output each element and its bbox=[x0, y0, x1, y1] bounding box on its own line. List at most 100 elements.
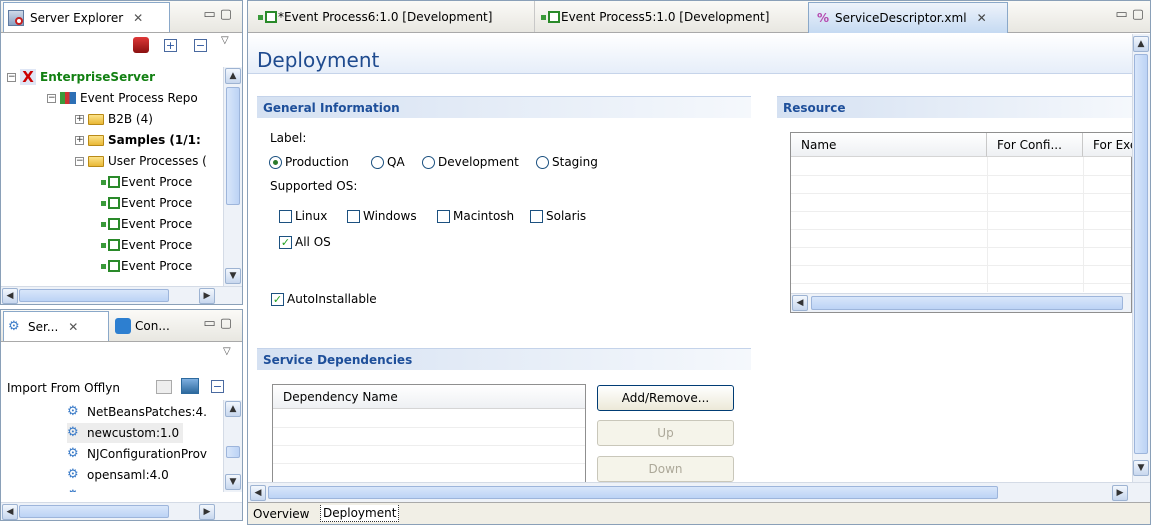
dependency-table[interactable]: Dependency Name bbox=[272, 384, 586, 488]
editor-tab-service-descriptor[interactable]: % ServiceDescriptor.xml ✕ bbox=[808, 2, 1008, 33]
tree-item[interactable]: + B2B (4) bbox=[75, 109, 153, 129]
services-tab[interactable]: ⚙ Ser... ✕ bbox=[3, 311, 109, 341]
collapse-icon[interactable]: − bbox=[7, 72, 16, 82]
scroll-left-button[interactable]: ◀ bbox=[2, 288, 18, 304]
tree-item[interactable]: + Samples (1/1: bbox=[75, 130, 201, 150]
checkbox-auto-installable[interactable]: ✓ AutoInstallable bbox=[271, 292, 377, 306]
checkbox-solaris[interactable]: Solaris bbox=[530, 209, 586, 223]
up-button[interactable]: Up bbox=[597, 420, 734, 446]
scroll-up-button[interactable]: ▲ bbox=[225, 401, 241, 417]
column-header-for-exe[interactable]: For Exe bbox=[1083, 133, 1133, 157]
tree-item[interactable]: Event Proce bbox=[101, 256, 192, 276]
service-list-item[interactable]: ⚙ NetBeansPatches:4. bbox=[67, 402, 207, 422]
import-icon[interactable] bbox=[156, 380, 172, 394]
scroll-up-button[interactable]: ▲ bbox=[1133, 36, 1149, 52]
export-icon[interactable] bbox=[181, 378, 199, 394]
tree-item[interactable]: − Event Process Repo bbox=[47, 88, 198, 108]
scroll-down-button[interactable]: ▼ bbox=[225, 268, 241, 284]
service-list-item[interactable]: ⚙ opensaml:4.0 bbox=[67, 465, 169, 485]
checkbox-all-os[interactable]: ✓ All OS bbox=[279, 235, 331, 249]
scroll-down-button[interactable]: ▼ bbox=[1133, 460, 1149, 476]
hscroll-thumb[interactable] bbox=[19, 289, 169, 302]
radio-button[interactable] bbox=[536, 155, 549, 169]
column-header-dependency-name[interactable]: Dependency Name bbox=[273, 385, 585, 409]
editor-vertical-scrollbar[interactable]: ▲ ▼ bbox=[1132, 34, 1150, 482]
scroll-down-button[interactable]: ▼ bbox=[225, 474, 241, 490]
tab-deployment[interactable]: Deployment bbox=[320, 505, 400, 522]
checkbox[interactable] bbox=[437, 209, 450, 223]
checkbox-macintosh[interactable]: Macintosh bbox=[437, 209, 514, 223]
expand-icon[interactable]: + bbox=[75, 135, 84, 145]
view-menu-icon[interactable]: ▽ bbox=[223, 346, 231, 357]
collapse-icon[interactable]: − bbox=[75, 156, 84, 166]
radio-button[interactable] bbox=[269, 155, 282, 169]
expand-all-icon[interactable]: + bbox=[164, 39, 177, 52]
close-icon[interactable]: ✕ bbox=[68, 320, 78, 334]
scroll-thumb[interactable] bbox=[226, 87, 240, 205]
service-list-item[interactable]: ⚙... bbox=[67, 486, 98, 493]
radio-development[interactable]: Development bbox=[422, 155, 519, 169]
checkbox[interactable] bbox=[347, 209, 360, 223]
list-horizontal-scrollbar[interactable]: ◀ ▶ bbox=[1, 502, 242, 520]
radio-qa[interactable]: QA bbox=[371, 155, 405, 169]
scroll-left-button[interactable]: ◀ bbox=[2, 504, 18, 520]
checkbox[interactable] bbox=[279, 209, 292, 223]
collapse-icon[interactable]: − bbox=[211, 380, 224, 393]
minimize-maximize-icons[interactable]: ▭▢ bbox=[203, 7, 236, 22]
collapse-all-icon[interactable]: − bbox=[194, 39, 207, 52]
checkbox[interactable] bbox=[530, 209, 543, 223]
list-vertical-scrollbar[interactable]: ▲ ▼ bbox=[223, 400, 242, 492]
add-remove-button[interactable]: Add/Remove... bbox=[597, 385, 734, 411]
tree-item[interactable]: Event Proce bbox=[101, 193, 192, 213]
column-header-name[interactable]: Name bbox=[791, 133, 987, 157]
editor-tab-event-process5[interactable]: Event Process5:1.0 [Development] bbox=[534, 1, 792, 32]
radio-button[interactable] bbox=[371, 155, 384, 169]
close-icon[interactable]: ✕ bbox=[133, 11, 143, 25]
close-icon[interactable]: ✕ bbox=[977, 11, 987, 25]
scroll-right-button[interactable]: ▶ bbox=[1112, 485, 1128, 501]
radio-button[interactable] bbox=[422, 155, 435, 169]
scroll-right-button[interactable]: ▶ bbox=[199, 288, 215, 304]
tree-item[interactable]: − X EnterpriseServer bbox=[7, 67, 155, 87]
service-list-item[interactable]: ⚙ newcustom:1.0 bbox=[67, 423, 184, 443]
service-list-item[interactable]: ⚙ NJConfigurationProv bbox=[67, 444, 207, 464]
checkbox[interactable]: ✓ bbox=[271, 292, 284, 306]
tree-item[interactable]: Event Proce bbox=[101, 214, 192, 234]
resource-table[interactable]: Name For Confi... For Exe ◀ bbox=[790, 132, 1133, 313]
expand-icon[interactable]: + bbox=[75, 114, 84, 124]
scroll-thumb[interactable] bbox=[1134, 54, 1148, 454]
minimize-maximize-icons[interactable]: ▭▢ bbox=[1115, 7, 1148, 22]
scroll-left-button[interactable]: ◀ bbox=[792, 295, 808, 311]
scroll-up-button[interactable]: ▲ bbox=[225, 68, 241, 84]
server-explorer-view: Server Explorer ✕ ▭▢ + − ▽ − X EnterpriseS… bbox=[0, 0, 243, 305]
view-menu-icon[interactable]: ▽ bbox=[221, 35, 229, 46]
console-tab[interactable]: Con... bbox=[111, 311, 191, 341]
tree-horizontal-scrollbar[interactable]: ◀ ▶ bbox=[1, 286, 242, 304]
tree-item[interactable]: Event Proce bbox=[101, 235, 192, 255]
minimize-maximize-icons[interactable]: ▭▢ bbox=[203, 316, 236, 331]
checkbox[interactable]: ✓ bbox=[279, 235, 292, 249]
scroll-thumb[interactable] bbox=[226, 446, 240, 458]
hscroll-thumb[interactable] bbox=[268, 486, 998, 499]
down-button[interactable]: Down bbox=[597, 456, 734, 482]
tree-item[interactable]: Event Proce bbox=[101, 172, 192, 192]
tree-item-label: Event Proce bbox=[121, 196, 193, 210]
connect-server-icon[interactable] bbox=[133, 37, 149, 53]
radio-production[interactable]: Production bbox=[269, 155, 349, 169]
tree-vertical-scrollbar[interactable]: ▲ ▼ bbox=[223, 67, 242, 286]
radio-staging[interactable]: Staging bbox=[536, 155, 598, 169]
checkbox-linux[interactable]: Linux bbox=[279, 209, 327, 223]
column-header-for-config[interactable]: For Confi... bbox=[987, 133, 1083, 157]
checkbox-windows[interactable]: Windows bbox=[347, 209, 417, 223]
tree-item[interactable]: − User Processes ( bbox=[75, 151, 207, 171]
editor-horizontal-scrollbar[interactable]: ◀ ▶ bbox=[248, 482, 1150, 502]
scroll-left-button[interactable]: ◀ bbox=[250, 485, 266, 501]
tab-overview[interactable]: Overview bbox=[253, 507, 310, 521]
collapse-icon[interactable]: − bbox=[47, 93, 56, 103]
server-explorer-tab[interactable]: Server Explorer ✕ bbox=[3, 2, 170, 32]
editor-tab-event-process6[interactable]: *Event Process6:1.0 [Development] bbox=[252, 1, 534, 32]
hscroll-thumb[interactable] bbox=[19, 505, 169, 518]
hscroll-thumb[interactable] bbox=[811, 296, 1123, 310]
resource-horizontal-scrollbar[interactable]: ◀ bbox=[791, 293, 1131, 312]
scroll-right-button[interactable]: ▶ bbox=[199, 504, 215, 520]
